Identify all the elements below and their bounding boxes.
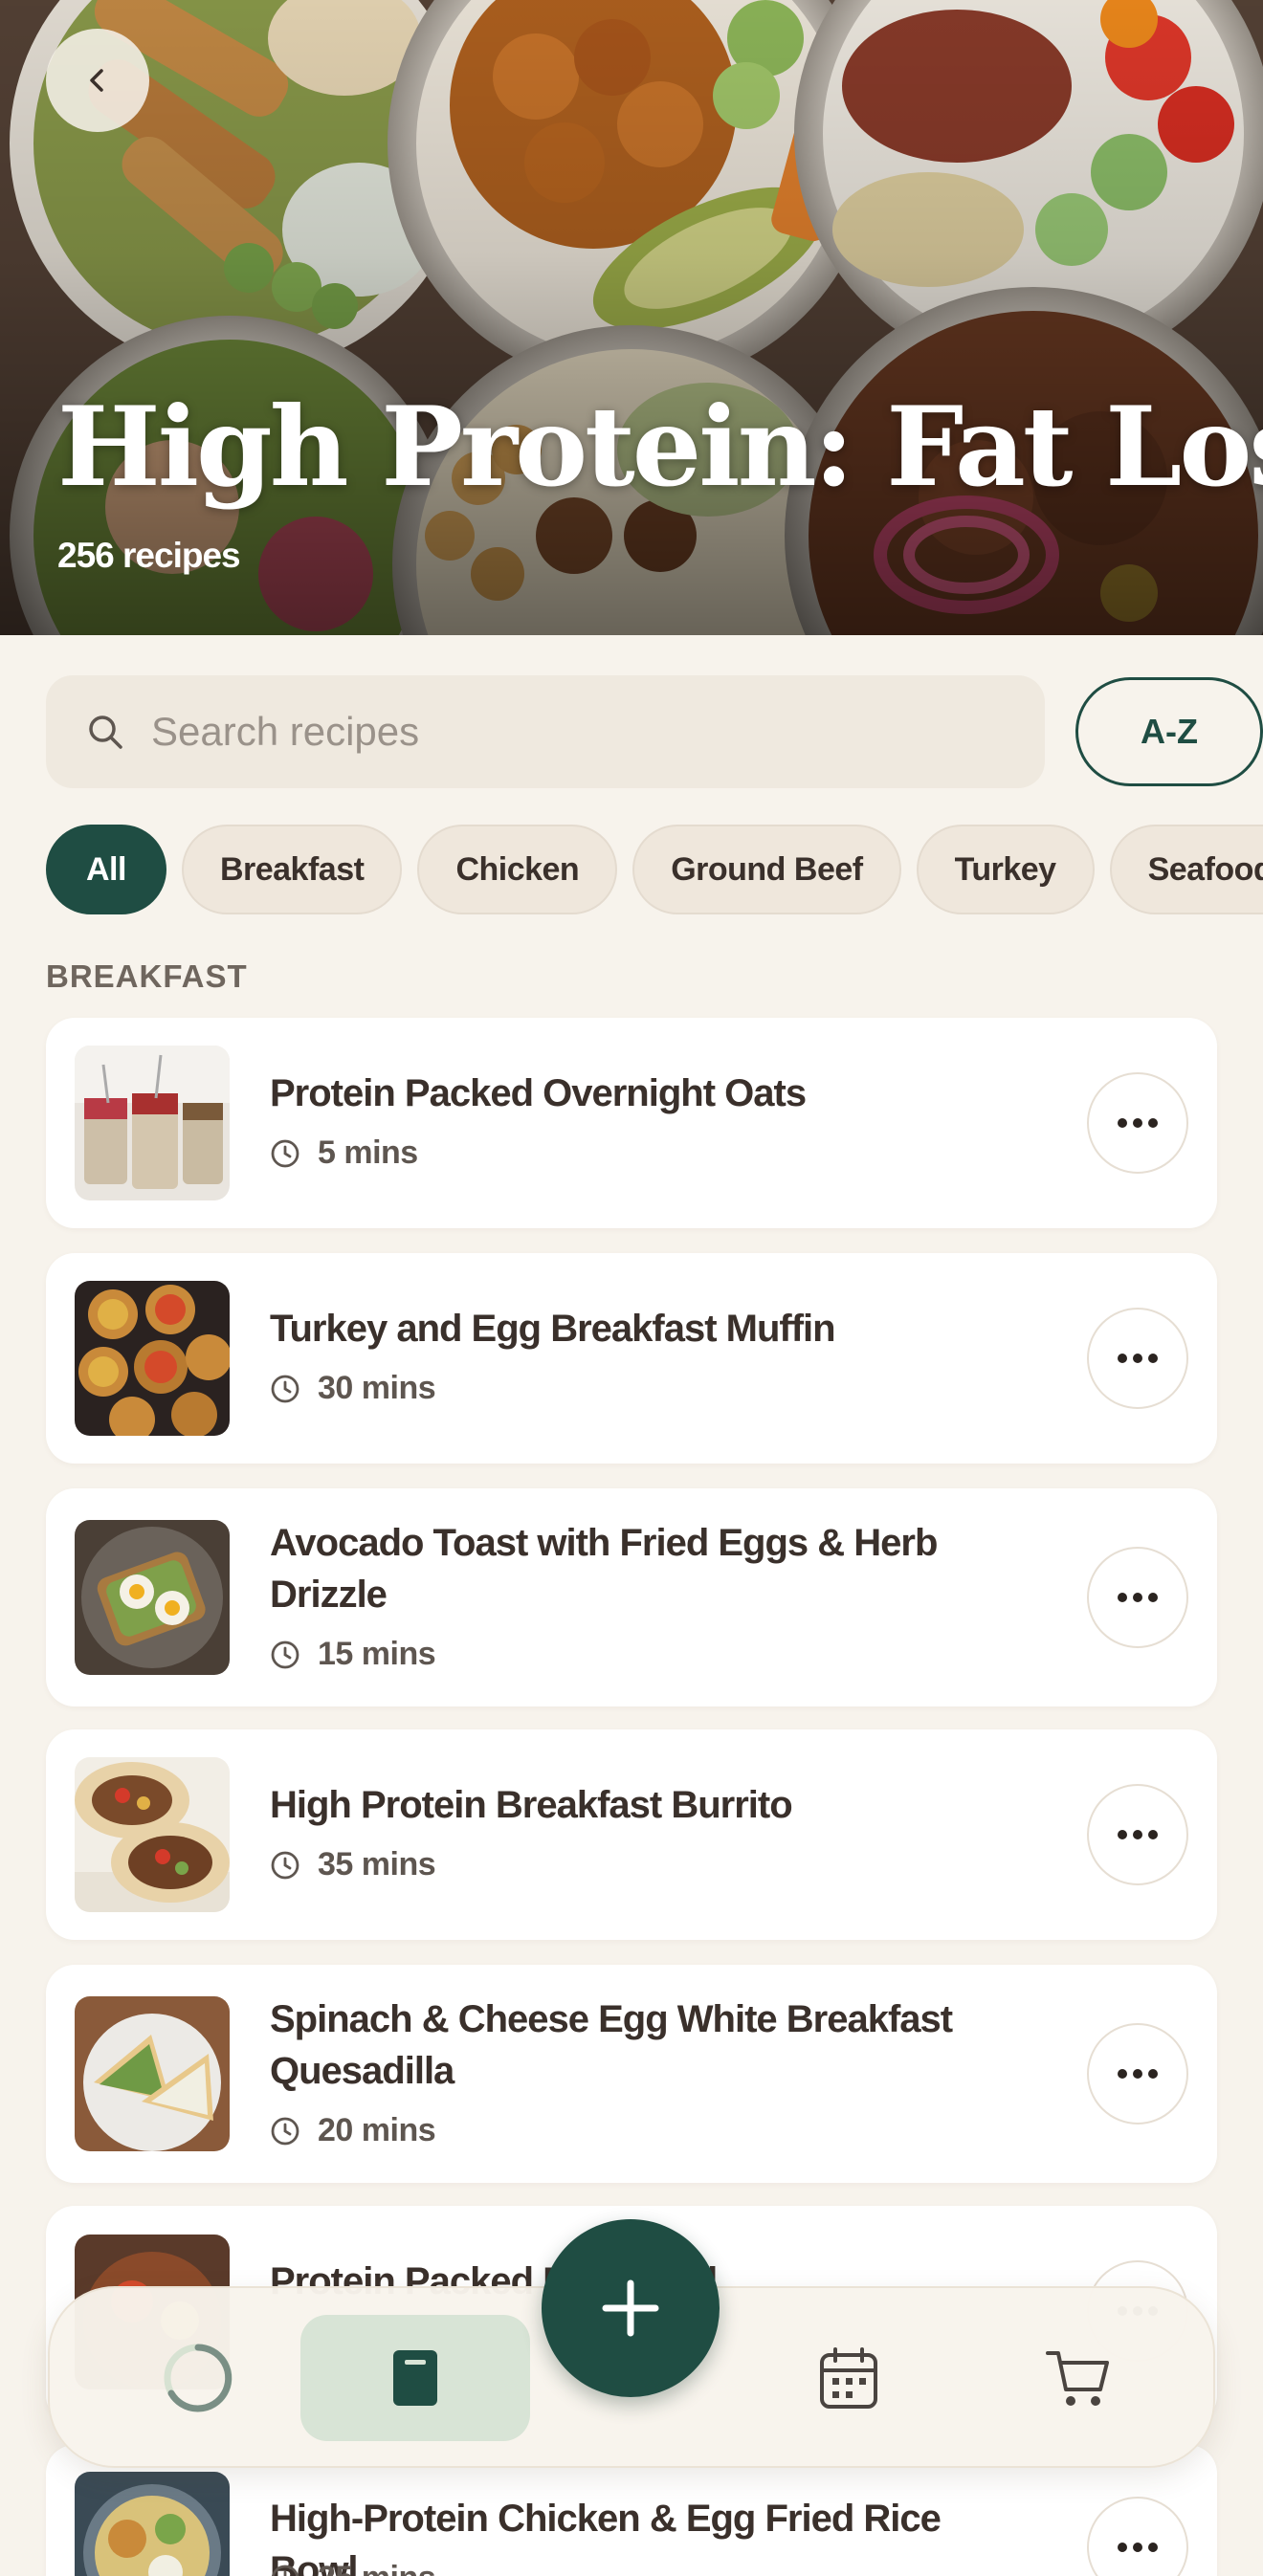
progress-ring-icon [164,2344,233,2412]
clock-icon [271,1139,299,1167]
recipe-title: High Protein Breakfast Burrito [270,1784,793,1826]
add-recipe-button[interactable] [542,2219,720,2397]
chip-all[interactable]: All [46,825,166,914]
recipe-time: 25 mins [270,2560,436,2576]
nav-calendar[interactable] [777,2315,920,2441]
more-options-button[interactable] [1087,1547,1188,1648]
nav-shopping-cart[interactable] [1007,2315,1150,2441]
recipe-card[interactable]: Protein Packed Overnight Oats 5 mins [46,1018,1217,1228]
recipe-card[interactable]: High Protein Breakfast Burrito 35 mins [46,1729,1217,1940]
recipe-time-label: 15 mins [318,1636,436,1672]
recipe-thumbnail [75,1757,230,1912]
clock-icon [271,2565,299,2576]
more-horizontal-icon [1118,1830,1158,1839]
recipe-card[interactable]: Spinach & Cheese Egg White Breakfast Que… [46,1965,1217,2183]
chevron-left-icon [90,69,103,92]
calendar-icon [820,2347,877,2409]
more-horizontal-icon [1118,1118,1158,1128]
plus-icon [602,2279,659,2337]
recipe-time: 35 mins [270,1846,436,1883]
recipe-title: Turkey and Egg Breakfast Muffin [270,1308,836,1350]
more-horizontal-icon [1118,1593,1158,1602]
recipe-thumbnail [75,1996,230,2151]
chip-ground-beef[interactable]: Ground Beef [632,825,901,914]
more-options-button[interactable] [1087,2497,1188,2576]
recipe-time: 5 mins [270,1134,418,1172]
chip-seafood[interactable]: Seafood [1109,825,1263,914]
recipe-title: Avocado Toast with Fried Eggs & Herb Dri… [270,1522,938,1616]
chip-turkey[interactable]: Turkey [916,825,1095,914]
cart-icon [1046,2351,1109,2406]
more-horizontal-icon [1118,2069,1158,2079]
more-options-button[interactable] [1087,2023,1188,2125]
chip-breakfast[interactable]: Breakfast [181,825,403,914]
search-box[interactable] [46,675,1045,788]
recipe-title: Protein Packed Overnight Oats [270,1072,807,1114]
more-horizontal-icon [1118,2543,1158,2552]
more-options-button[interactable] [1087,1308,1188,1409]
recipe-time-label: 25 mins [318,2560,436,2576]
recipe-thumbnail [75,1281,230,1436]
recipe-thumbnail [75,2472,230,2576]
recipe-time: 15 mins [270,1636,436,1673]
nav-recipes[interactable] [300,2315,530,2441]
nav-progress[interactable] [126,2315,270,2441]
back-button[interactable] [46,29,149,132]
recipe-time: 30 mins [270,1370,436,1407]
section-heading: BREAKFAST [46,958,248,994]
recipe-count: 256 recipes [57,536,241,575]
clock-icon [271,1851,299,1879]
search-input[interactable] [151,709,974,755]
chip-chicken[interactable]: Chicken [417,825,618,914]
more-horizontal-icon [1118,1354,1158,1363]
recipe-book-icon [393,2350,437,2406]
more-options-button[interactable] [1087,1784,1188,1885]
recipe-title: Spinach & Cheese Egg White Breakfast Que… [270,1998,953,2092]
clock-icon [271,2117,299,2145]
search-row: A-Z [46,675,1263,788]
clock-icon [271,1375,299,1402]
recipe-card[interactable]: Avocado Toast with Fried Eggs & Herb Dri… [46,1488,1217,1706]
recipe-time: 20 mins [270,2112,436,2149]
recipe-time-label: 30 mins [318,1370,436,1406]
hero-banner: High Protein: Fat Loss 256 recipes [0,0,1263,635]
recipe-time-label: 20 mins [318,2112,436,2148]
sort-az-button[interactable]: A-Z [1075,677,1263,786]
recipe-time-label: 5 mins [318,1134,418,1171]
page-title: High Protein: Fat Loss [57,383,1263,511]
category-filter-chips: All Breakfast Chicken Ground Beef Turkey Seaf… [46,825,1263,914]
more-options-button[interactable] [1087,1072,1188,1174]
recipe-card[interactable]: Turkey and Egg Breakfast Muffin 30 mins [46,1253,1217,1464]
recipe-thumbnail [75,1046,230,1200]
recipe-thumbnail [75,1520,230,1675]
clock-icon [271,1640,299,1668]
search-icon [89,716,122,749]
recipe-time-label: 35 mins [318,1846,436,1882]
